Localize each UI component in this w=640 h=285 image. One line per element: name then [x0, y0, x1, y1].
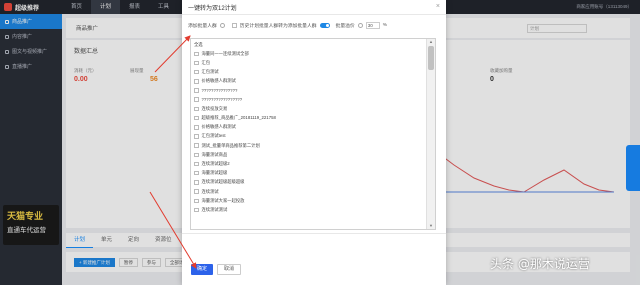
- plan-label: ???????????????: [201, 88, 238, 94]
- plan-list-item[interactable]: 海量测试大家一起投放: [191, 196, 427, 205]
- plan-checkbox[interactable]: [194, 198, 199, 204]
- plan-list-item[interactable]: 连续测试超级2: [191, 159, 427, 168]
- plan-label: 海量同一一连续测试全部: [201, 50, 249, 56]
- plan-list-item[interactable]: 价格敏感人群测试: [191, 123, 427, 132]
- plan-label: 汇包测试: [201, 69, 219, 75]
- plan-label: 连续测试测试: [201, 206, 228, 212]
- plan-label: ?????????????????: [201, 97, 243, 103]
- plan-list-item[interactable]: 汇包: [191, 58, 427, 67]
- plan-label: 价格敏感人群测试: [201, 78, 236, 84]
- plan-label: 汇包测试test: [201, 133, 226, 139]
- history-crowd-label: 历史计划批量人群转为添加批量人群: [239, 23, 317, 29]
- premium-unit: %: [382, 22, 388, 28]
- dialog-title: 一键转为双12计划: [188, 5, 237, 12]
- plan-checkbox[interactable]: [194, 106, 199, 112]
- plan-checkbox[interactable]: [194, 189, 199, 194]
- plan-list-item[interactable]: ???????????????: [191, 86, 427, 95]
- plan-list-item[interactable]: 连续测试: [191, 187, 427, 196]
- plan-list-item[interactable]: 价格敏感人群测试: [191, 77, 427, 86]
- plan-checkbox[interactable]: [194, 134, 199, 139]
- plan-checkbox[interactable]: [194, 115, 199, 121]
- dialog-header: 一键转为双12计划: [182, 0, 446, 15]
- convert-plan-dialog: 一键转为双12计划 × 添加批量人群 历史计划批量人群转为添加批量人群 批量溢价…: [182, 0, 446, 285]
- plan-checkbox[interactable]: [194, 51, 199, 57]
- footer-buttons: 确定 取消: [191, 264, 242, 275]
- list-scrollbar[interactable]: ▲ ▼: [426, 39, 435, 229]
- plan-list-item[interactable]: 海量同一一连续测试全部: [191, 49, 427, 58]
- plan-list-item[interactable]: 海量测试超级: [191, 169, 427, 178]
- plan-checkbox[interactable]: [194, 161, 199, 167]
- dialog-footer: 确定 取消: [182, 233, 446, 285]
- help-icon[interactable]: [219, 22, 225, 28]
- plan-list-item[interactable]: 连续投放交易: [191, 104, 427, 113]
- plan-list-item[interactable]: 汇包测试: [191, 68, 427, 77]
- plan-checkbox[interactable]: [194, 207, 199, 213]
- plan-checkbox[interactable]: [194, 79, 199, 84]
- premium-label: 批量溢价: [335, 23, 355, 29]
- plan-label: 海量测试超级: [201, 170, 228, 176]
- plan-label: 连续投放交易: [201, 105, 228, 111]
- scroll-down-icon[interactable]: ▼: [428, 223, 434, 229]
- plan-list-item[interactable]: 连续测试超级超级超级: [191, 178, 427, 187]
- scroll-up-icon[interactable]: ▲: [428, 39, 434, 45]
- plan-label: 汇包: [201, 59, 211, 65]
- plan-checkbox[interactable]: [194, 125, 199, 130]
- plan-label: 测试_批量单商品推荐第二计划: [201, 142, 260, 148]
- scroll-thumb[interactable]: [428, 46, 434, 70]
- plan-checkbox[interactable]: [194, 170, 199, 176]
- plan-list: 全选 海量同一一连续测试全部 汇包汇包测试价格敏感人群测试????????????…: [191, 39, 427, 229]
- plan-label: 超级推荐_商品推广_20181119_221758: [201, 115, 276, 121]
- plan-checkbox[interactable]: [194, 69, 199, 75]
- plan-label: 连续测试超级2: [201, 161, 230, 167]
- close-icon[interactable]: ×: [436, 3, 440, 10]
- dialog-options: 添加批量人群 历史计划批量人群转为添加批量人群 批量溢价 30 %: [182, 18, 446, 32]
- plan-list-item[interactable]: 连续测试测试: [191, 205, 427, 214]
- plan-label: 价格敏感人群测试: [201, 124, 236, 130]
- watermark: 头条 @那木说运营: [490, 257, 590, 271]
- plan-checkbox[interactable]: [194, 180, 199, 185]
- plan-listbox[interactable]: 全选 海量同一一连续测试全部 汇包汇包测试价格敏感人群测试????????????…: [190, 38, 436, 230]
- plan-label: 海量测试大家一起投放: [201, 197, 245, 203]
- confirm-button[interactable]: 确定: [191, 264, 214, 275]
- plan-checkbox[interactable]: [194, 143, 199, 148]
- plan-checkbox[interactable]: [194, 60, 199, 66]
- plan-list-item[interactable]: ?????????????????: [191, 95, 427, 104]
- plan-list-item[interactable]: 海量测试商品: [191, 150, 427, 159]
- plan-list-item[interactable]: 超级推荐_商品推广_20181119_221758: [191, 114, 427, 123]
- select-all-label: 全选: [194, 41, 203, 47]
- crowd-toggle[interactable]: [319, 22, 330, 28]
- add-crowd-label: 添加批量人群: [188, 23, 217, 29]
- premium-input[interactable]: 30: [365, 21, 380, 29]
- plan-label: 连续测试: [201, 188, 219, 194]
- select-all-row[interactable]: 全选: [191, 40, 427, 49]
- plan-label: 连续测试超级超级超级: [201, 179, 245, 185]
- plan-checkbox[interactable]: [194, 152, 199, 158]
- plan-label: 海量测试商品: [201, 151, 228, 157]
- plan-checkbox[interactable]: [194, 88, 199, 93]
- history-crowd-checkbox[interactable]: [231, 22, 237, 28]
- plan-checkbox[interactable]: [194, 97, 199, 102]
- help-icon[interactable]: [357, 22, 363, 28]
- cancel-button[interactable]: 取消: [217, 264, 242, 275]
- plan-list-item[interactable]: 汇包测试test: [191, 132, 427, 141]
- plan-list-item[interactable]: 测试_批量单商品推荐第二计划: [191, 141, 427, 150]
